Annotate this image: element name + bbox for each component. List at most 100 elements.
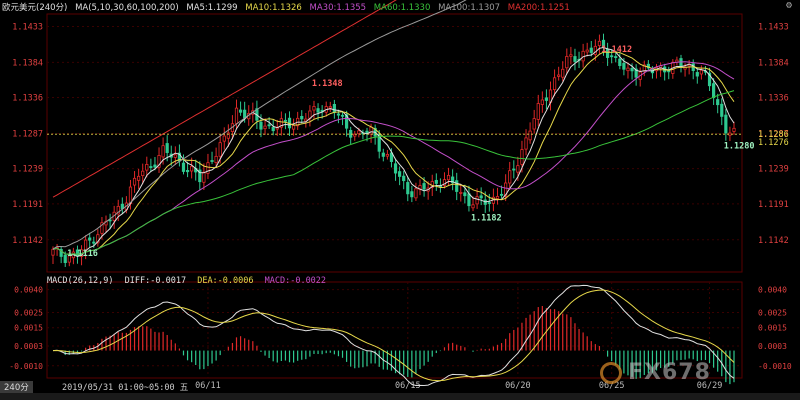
price-tick-left: 1.1287: [12, 129, 43, 139]
candle-body: [214, 155, 218, 163]
candle-body: [528, 130, 532, 141]
macd-tick-right: 0.0015: [758, 324, 787, 333]
candle-body: [487, 202, 491, 204]
candle-body: [532, 118, 536, 130]
candle-body: [540, 99, 544, 105]
candle-body: [557, 74, 561, 77]
macd-value-label: MACD:-0.0022: [264, 276, 327, 286]
timeframe-tab[interactable]: 240分: [0, 381, 33, 393]
candle-body: [141, 170, 145, 177]
price-tick-right: 1.1239: [758, 165, 789, 175]
candle-body: [385, 154, 389, 157]
candle-body: [467, 193, 471, 207]
candle-body: [630, 68, 634, 72]
ma10-label: MA10:1.1326: [245, 3, 302, 13]
candle-body: [610, 55, 614, 58]
candle-body: [499, 193, 504, 196]
candle-body: [263, 125, 267, 130]
candle-body: [728, 132, 732, 136]
price-tick-left: 1.1433: [12, 22, 43, 32]
candle-body: [145, 163, 149, 171]
candle-body: [695, 72, 699, 77]
candle-body: [463, 192, 467, 197]
candle-body: [185, 169, 190, 173]
candle-body: [732, 127, 736, 132]
cursor-datetime: 2019/05/31 01:00~05:00 五: [62, 383, 189, 393]
candle-body: [243, 109, 247, 119]
price-tick-right: 1.1433: [758, 22, 789, 32]
candle-body: [446, 174, 451, 181]
candle-body: [336, 113, 341, 116]
candle-body: [316, 108, 320, 113]
x-tick-label: 06/15: [395, 381, 421, 391]
candle-body: [561, 68, 565, 78]
candle-body: [414, 188, 418, 199]
extreme-annotation: 1.1182: [471, 213, 502, 223]
candle-body: [455, 180, 459, 192]
candle-body: [153, 164, 157, 168]
symbol-label: 欧元美元(240分): [2, 3, 68, 13]
extreme-annotation: 1.1280: [724, 142, 755, 152]
candle-body: [618, 58, 622, 66]
extreme-annotation: 1.1116: [67, 249, 98, 259]
candle-body: [271, 126, 275, 132]
candle-body: [357, 130, 361, 135]
candle-body: [569, 54, 573, 57]
ma30-label: MA30:1.1355: [309, 3, 367, 13]
watermark-logo: [600, 362, 622, 384]
x-tick-label: 06/20: [505, 381, 531, 391]
candle-body: [132, 177, 137, 186]
candle-body: [393, 163, 398, 174]
watermark: FX678: [628, 360, 711, 385]
candle-body: [536, 103, 540, 120]
candle-body: [181, 162, 186, 172]
candle-body: [597, 40, 602, 47]
chart-canvas: 1.1433 1.1433 1.1384 1.1384 1.1336 1.1336 1.12…: [0, 0, 800, 400]
candle-body: [422, 183, 426, 190]
macd-tick-left: 0.0003: [14, 342, 43, 351]
candle-body: [210, 160, 214, 162]
candle-body: [524, 137, 528, 150]
candle-body: [544, 97, 549, 101]
candle-body: [259, 121, 263, 130]
candle-body: [720, 103, 724, 117]
candle-body: [479, 195, 483, 199]
candle-body: [340, 114, 345, 117]
macd-tick-left: -0.0010: [9, 362, 43, 371]
candle-body: [108, 219, 112, 222]
candle-body: [495, 196, 500, 199]
candle-body: [699, 69, 703, 75]
candle-body: [63, 254, 67, 263]
candle-body: [508, 170, 512, 184]
candle-body: [520, 149, 524, 165]
candle-body: [234, 107, 239, 124]
candle-body: [398, 171, 402, 177]
price-tick-left: 1.1191: [12, 200, 43, 210]
price-tick-left: 1.1384: [12, 58, 43, 68]
ma200-label: MA200:1.1251: [507, 3, 570, 13]
extreme-annotation: 1.1348: [312, 79, 343, 89]
price-tick-left: 1.1239: [12, 165, 43, 175]
ma-params-label: MA(5,10,30,60,100,200): [75, 3, 179, 13]
candle-body: [622, 62, 626, 70]
candle-body: [552, 77, 557, 91]
candle-body: [459, 191, 463, 194]
macd-tick-left: 0.0040: [14, 286, 43, 295]
candle-body: [573, 56, 577, 62]
candle-body: [512, 168, 516, 171]
candle-body: [332, 103, 336, 113]
candle-body: [402, 175, 406, 182]
candle-body: [137, 175, 141, 181]
candle-body: [222, 135, 226, 142]
chart-header: 欧元美元(240分) MA(5,10,30,60,100,200) MA5:1.…: [2, 1, 575, 13]
candle-body: [679, 58, 683, 68]
candle-body: [471, 204, 475, 209]
candle-body: [149, 166, 153, 168]
price-tick-right: 1.1191: [758, 200, 789, 210]
candle-body: [410, 191, 414, 198]
candle-body: [202, 171, 206, 183]
price-tick-left: 1.1336: [12, 94, 43, 104]
candle-body: [328, 106, 332, 109]
gear-icon[interactable]: ⚙: [786, 1, 796, 11]
candle-body: [88, 237, 92, 241]
